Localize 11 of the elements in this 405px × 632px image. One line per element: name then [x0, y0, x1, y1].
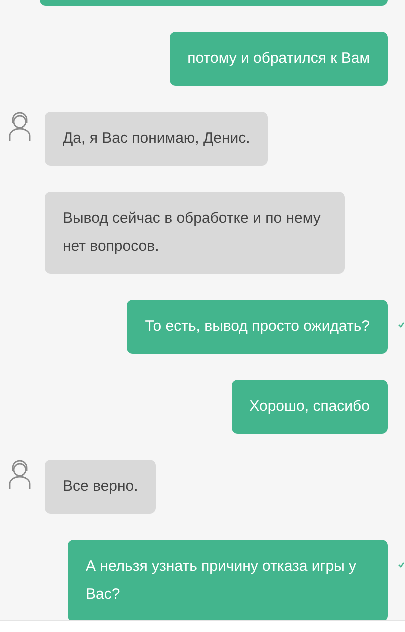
message-bubble: То есть, вывод просто ожидать?	[127, 300, 388, 354]
operator-icon	[8, 460, 32, 490]
check-icon	[398, 322, 405, 328]
operator-icon	[8, 112, 32, 142]
check-icon	[398, 562, 405, 568]
message-bubble: Вывод сейчас в обработке и по нему нет вопросов.	[45, 192, 345, 274]
message-bubble: потому и обратился к Вам	[170, 32, 388, 86]
message-bubble: А нельзя узнать причину отказа игры у Вас?	[68, 540, 388, 622]
message-bubble: Хорошо, спасибо	[232, 380, 388, 434]
message-bubble: Все верно.	[45, 460, 156, 514]
message-bubble: Да, я Вас понимаю, Денис.	[45, 112, 268, 166]
